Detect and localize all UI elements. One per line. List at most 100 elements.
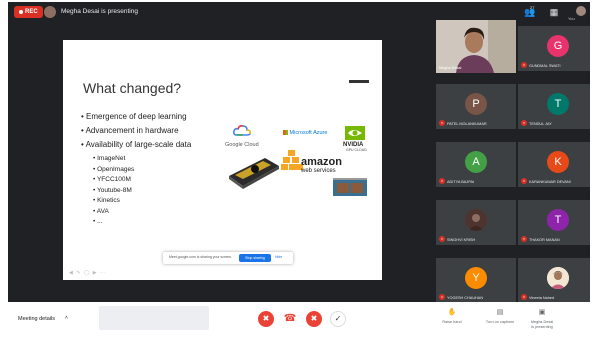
sub-bullet-item: YFCC100M [93, 175, 134, 186]
participant-tile[interactable]: A × ADITYA BAJPAI [436, 142, 516, 187]
record-dot-icon [19, 10, 23, 14]
tpu-board-image [333, 178, 367, 196]
participant-name: THAKOR MANAN [529, 238, 560, 242]
people-count: 27 [530, 5, 535, 10]
presenting-label[interactable]: Megha Desai [522, 320, 562, 324]
participant-photo [547, 267, 569, 289]
sub-bullet-item: Youtube-8M [93, 186, 134, 197]
microsoft-azure-logo: Microsoft Azure [283, 130, 327, 136]
mic-off-icon: × [439, 236, 445, 242]
aws-boxes-icon [281, 150, 303, 170]
meeting-details-button[interactable]: Meeting details [18, 316, 55, 322]
participant-tile[interactable]: P × PATEL MOLANKUMAR [436, 84, 516, 129]
participant-name: YOGESH CHAUHAN [447, 296, 484, 300]
raise-hand-label[interactable]: Raise hand [432, 320, 472, 324]
mic-off-icon: × [521, 294, 527, 300]
slide-toolbar-icons[interactable]: ◀ ✎ ◯ ▶ ⋯ [69, 270, 106, 276]
mic-off-icon: × [439, 120, 445, 126]
participant-name: TENDUL JAY [529, 122, 552, 126]
participant-avatar: G [547, 35, 569, 57]
captions-icon[interactable]: ▤ [490, 308, 510, 316]
hang-up-icon: ☎ [283, 313, 297, 324]
mic-off-icon: ✖ [262, 314, 270, 323]
amazon-label: amazon [301, 156, 342, 168]
check-icon: ✓ [334, 314, 342, 323]
participant-tile[interactable]: K × KARANKUMAR DEVANI [518, 142, 590, 187]
chat-icon[interactable]: ▦ [548, 6, 560, 18]
bullet-item: Advancement in hardware [81, 124, 191, 138]
participant-avatar: T [547, 209, 569, 231]
sub-bullet-item: ... [93, 217, 134, 228]
bottom-control-bar [8, 302, 590, 332]
windows-icon [283, 130, 288, 136]
meet-window: REC Megha Desai is presenting 👥 27 ▦ You… [8, 2, 590, 332]
recording-badge: REC [14, 6, 43, 18]
presenter-name: Megha Desai [439, 66, 462, 70]
mic-off-icon: × [521, 62, 527, 68]
mic-off-icon: × [521, 120, 527, 126]
shared-slide: What changed? Emergence of deep learning… [63, 40, 382, 280]
participant-tile[interactable]: G × GUNDMAL SWATI [518, 26, 590, 71]
hide-share-button[interactable]: Hide [275, 255, 282, 259]
azure-label: Microsoft Azure [289, 130, 328, 136]
rec-label: REC [25, 9, 38, 15]
presenter-avatar [44, 6, 56, 18]
mic-off-button[interactable]: ✖ [258, 311, 274, 327]
slide-corner-logo [349, 80, 369, 83]
nvidia-sub-label: GPU CLOUD [346, 148, 367, 152]
raise-hand-icon[interactable]: ✋ [442, 308, 462, 316]
sub-bullet-item: ImageNet [93, 154, 134, 165]
participant-photo-image [465, 209, 487, 231]
sub-bullet-item: Kinetics [93, 196, 134, 207]
you-label: You [568, 16, 575, 21]
sub-bullet-item: OpenImages [93, 165, 134, 176]
participant-avatar: K [547, 151, 569, 173]
participant-tile[interactable]: T × TENDUL JAY [518, 84, 590, 129]
participant-name: GUNDMAL SWATI [529, 64, 561, 68]
google-cloud-icon [233, 125, 251, 136]
google-cloud-label: Google Cloud [225, 142, 259, 148]
participant-avatar: Y [465, 267, 487, 289]
participant-name: KARANKUMAR DEVANI [529, 180, 571, 184]
share-message: Meet.google.com is sharing your screen. [169, 255, 233, 259]
captions-label[interactable]: Turn on captions [480, 320, 520, 324]
more-options-icon[interactable]: ⋮ [588, 316, 590, 324]
aws-label: web services [301, 168, 336, 174]
participant-avatar: A [465, 151, 487, 173]
bullet-item: Availability of large-scale data [81, 138, 192, 152]
present-icon[interactable]: ▣ [532, 308, 552, 316]
participant-photo-image [547, 267, 569, 289]
self-preview-thumbnail [99, 306, 209, 330]
participant-tile[interactable]: Y × YOGESH CHAUHAN [436, 258, 516, 303]
participant-avatar: P [465, 93, 487, 115]
slide-bullets: Emergence of deep learning Advancement i… [81, 110, 192, 152]
presenter-tile[interactable]: Megha Desai [436, 20, 516, 73]
self-avatar[interactable] [576, 6, 586, 16]
mic-off-icon: × [521, 236, 527, 242]
mic-off-icon: × [439, 178, 445, 184]
participant-name: PATEL MOLANKUMAR [447, 122, 487, 126]
bullet-item: Emergence of deep learning [81, 110, 191, 124]
presenting-text: Megha Desai is presenting [61, 8, 138, 15]
participant-tile[interactable]: × SINGHVI KRISH [436, 200, 516, 245]
leave-call-button[interactable]: ☎ [282, 311, 298, 327]
participant-photo [465, 209, 487, 231]
camera-off-icon: ✖ [310, 314, 318, 323]
mic-off-icon: × [521, 178, 527, 184]
mic-off-icon: × [439, 294, 445, 300]
participant-tile[interactable]: × Vineeta Nahed [518, 258, 590, 303]
camera-off-button[interactable]: ✖ [306, 311, 322, 327]
participant-avatar: T [547, 93, 569, 115]
participant-name: ADITYA BAJPAI [447, 180, 475, 184]
slide-title: What changed? [83, 80, 182, 96]
screen-share-notice: Meet.google.com is sharing your screen. … [163, 252, 293, 264]
participant-name: Vineeta Nahed [529, 296, 555, 300]
participant-tile[interactable]: T × THAKOR MANAN [518, 200, 590, 245]
check-button[interactable]: ✓ [330, 311, 346, 327]
stop-sharing-button[interactable]: Stop sharing [239, 254, 271, 262]
top-bar: REC Megha Desai is presenting 👥 27 ▦ You [8, 2, 590, 22]
slide-sub-bullets: ImageNet OpenImages YFCC100M Youtube-8M … [93, 154, 135, 228]
sub-bullet-item: AVA [93, 207, 134, 218]
chevron-up-icon[interactable]: ˄ [65, 315, 68, 321]
nvidia-eye-icon [345, 126, 365, 140]
